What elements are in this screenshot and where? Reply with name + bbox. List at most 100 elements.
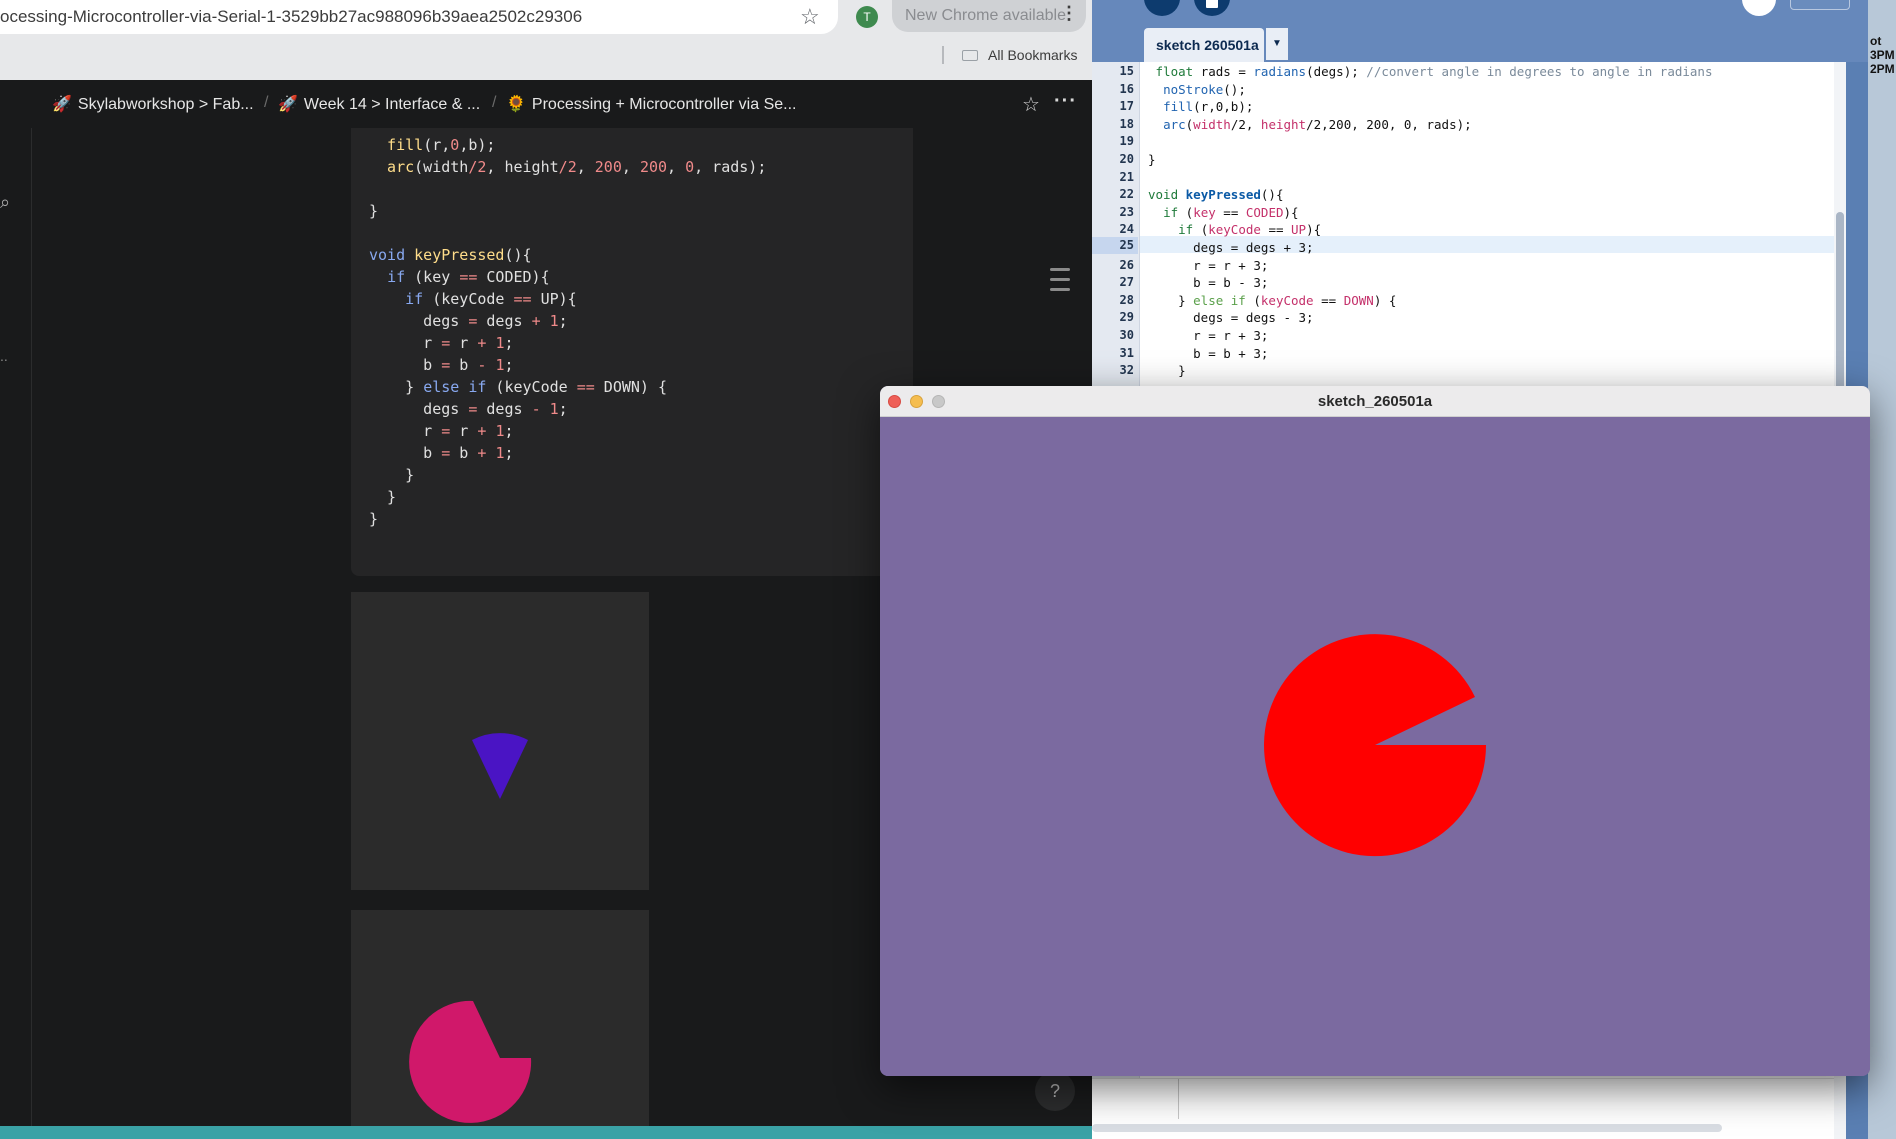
- rocket-icon: 🚀: [278, 96, 298, 113]
- line-number: 28: [1119, 292, 1134, 307]
- code-line: } else if (keyCode == DOWN) {: [369, 378, 668, 396]
- chrome-update-button[interactable]: New Chrome available ⋮: [892, 0, 1086, 32]
- ide-tab-strip: sketch 260501a ▼: [1092, 26, 1880, 62]
- breadcrumb: 🚀 Skylabworkshop > Fab... / 🚀 Week 14 > In…: [0, 80, 1092, 128]
- url-text[interactable]: ocessing-Microcontroller-via-Serial-1-35…: [0, 7, 582, 27]
- code-line: degs = degs + 1;: [369, 312, 568, 330]
- sketch-preview-image-1: [351, 592, 649, 890]
- code-line: r = r + 1;: [369, 334, 514, 352]
- pacman-shape: [409, 1000, 532, 1123]
- code-line: void keyPressed(){: [1148, 187, 1284, 203]
- stop-button[interactable]: [1194, 0, 1230, 16]
- code-line: r = r + 1;: [369, 422, 514, 440]
- sketch-window-title: sketch_260501a: [1317, 393, 1433, 410]
- code-line: if (key == CODED){: [1163, 204, 1299, 220]
- line-number: 24: [1119, 222, 1134, 237]
- help-button[interactable]: ?: [1035, 1071, 1075, 1111]
- code-line: void keyPressed(){: [369, 246, 532, 264]
- line-number: 30: [1119, 328, 1134, 342]
- more-options-icon[interactable]: ···: [1054, 90, 1077, 113]
- code-line: degs = degs + 3;: [1148, 240, 1314, 255]
- code-line: if (keyCode == UP){: [405, 290, 577, 308]
- sketch-output-window: sketch_260501a: [880, 386, 1870, 1076]
- code-line: b = b - 3;: [1148, 275, 1269, 291]
- code-line: arc(width/2, height/2,200, 200, 0, rads)…: [1163, 116, 1472, 132]
- sidebar-rail: ⌕ ..: [0, 128, 32, 1126]
- kebab-menu-icon[interactable]: ⋮: [1060, 3, 1078, 24]
- rail-ellipsis: ..: [0, 348, 8, 364]
- code-line: noStroke();: [1163, 81, 1246, 97]
- tab-sketch[interactable]: sketch 260501a: [1144, 28, 1264, 62]
- breadcrumb-item-processing[interactable]: 🌻 Processing + Microcontroller via Se...: [506, 94, 796, 114]
- desktop-sliver: ot 3PM 2PM: [1868, 0, 1896, 1139]
- code-line: }: [369, 466, 415, 484]
- line-number: 15: [1119, 64, 1134, 78]
- code-line: b = b - 1;: [369, 356, 514, 374]
- table-of-contents-icon[interactable]: [1050, 268, 1070, 298]
- code-line: }: [369, 202, 379, 220]
- line-number: 18: [1119, 116, 1134, 131]
- code-line: degs = degs - 3;: [1148, 310, 1314, 326]
- rocket-icon: 🚀: [52, 96, 72, 113]
- code-line: }: [1148, 152, 1156, 167]
- code-line: }: [369, 488, 397, 506]
- address-bar[interactable]: ocessing-Microcontroller-via-Serial-1-35…: [0, 0, 838, 34]
- line-number: 29: [1119, 310, 1134, 325]
- code-line: b = b + 1;: [369, 444, 514, 462]
- line-number: 16: [1119, 81, 1134, 96]
- ide-toolbar: [1092, 0, 1880, 26]
- debug-button[interactable]: [1742, 0, 1776, 16]
- run-button[interactable]: [1144, 0, 1180, 16]
- line-number: 22: [1119, 187, 1134, 202]
- code-line: r = r + 3;: [1148, 257, 1269, 273]
- desktop-clock-text: ot 3PM 2PM: [1870, 34, 1895, 76]
- code-line: }: [1148, 363, 1186, 379]
- code-line: degs = degs - 1;: [369, 400, 568, 418]
- tab-dropdown-icon[interactable]: ▼: [1266, 28, 1288, 60]
- line-number-active: 25: [1092, 237, 1138, 254]
- favorite-star-icon[interactable]: ☆: [1022, 92, 1040, 117]
- sunflower-icon: 🌻: [506, 96, 526, 113]
- bookmark-star-icon[interactable]: ☆: [800, 4, 820, 30]
- profile-avatar[interactable]: T: [856, 6, 878, 28]
- wedge-shape: [472, 733, 528, 799]
- browser-toolbar: ocessing-Microcontroller-via-Serial-1-35…: [0, 0, 1092, 80]
- line-number: 31: [1119, 345, 1134, 360]
- code-line: }: [369, 510, 379, 528]
- sketch-canvas[interactable]: [880, 417, 1870, 1076]
- breadcrumb-separator: /: [264, 94, 269, 111]
- sketch-drawing: [1264, 634, 1487, 857]
- horizontal-scrollbar[interactable]: [1092, 1124, 1722, 1132]
- line-number: 21: [1119, 169, 1134, 184]
- sketch-preview-image-2: [351, 910, 649, 1126]
- pacman-arc-shape: [1264, 634, 1487, 857]
- breadcrumb-item-week14[interactable]: 🚀 Week 14 > Interface & ...: [278, 94, 480, 114]
- code-line: fill(r,0,b);: [369, 136, 496, 154]
- code-line: } else if (keyCode == DOWN) {: [1148, 292, 1397, 308]
- bookmarks-divider: [942, 46, 944, 64]
- all-bookmarks-link[interactable]: All Bookmarks: [988, 47, 1077, 63]
- code-line: if (keyCode == UP){: [1178, 222, 1322, 238]
- update-label: New Chrome available: [905, 7, 1066, 24]
- code-line: float rads = radians(degs); //convert an…: [1155, 64, 1713, 79]
- breadcrumb-item-skylab[interactable]: 🚀 Skylabworkshop > Fab...: [52, 94, 254, 114]
- code-line: b = b + 3;: [1148, 345, 1269, 361]
- search-icon[interactable]: ⌕: [0, 192, 10, 213]
- folder-icon: [962, 50, 978, 61]
- code-line: r = r + 3;: [1148, 328, 1269, 343]
- code-line: arc(width/2, height/2, 200, 200, 0, rads…: [369, 158, 767, 176]
- mode-selector[interactable]: [1790, 0, 1850, 10]
- code-block: fill(r,0,b); arc(width/2, height/2, 200,…: [351, 128, 913, 576]
- console-divider: [1178, 1079, 1179, 1119]
- line-number: 26: [1119, 257, 1134, 272]
- line-number: 17: [1119, 99, 1134, 114]
- code-line: if (key == CODED){: [387, 268, 550, 286]
- line-number: 27: [1119, 275, 1134, 290]
- line-number: 32: [1119, 363, 1134, 378]
- breadcrumb-separator: /: [492, 94, 497, 111]
- sketch-window-titlebar[interactable]: sketch_260501a: [880, 386, 1870, 417]
- line-number: 19: [1119, 134, 1134, 149]
- line-number: 23: [1119, 204, 1134, 219]
- code-line: fill(r,0,b);: [1163, 99, 1254, 115]
- desktop-wallpaper-strip: [0, 1126, 1092, 1139]
